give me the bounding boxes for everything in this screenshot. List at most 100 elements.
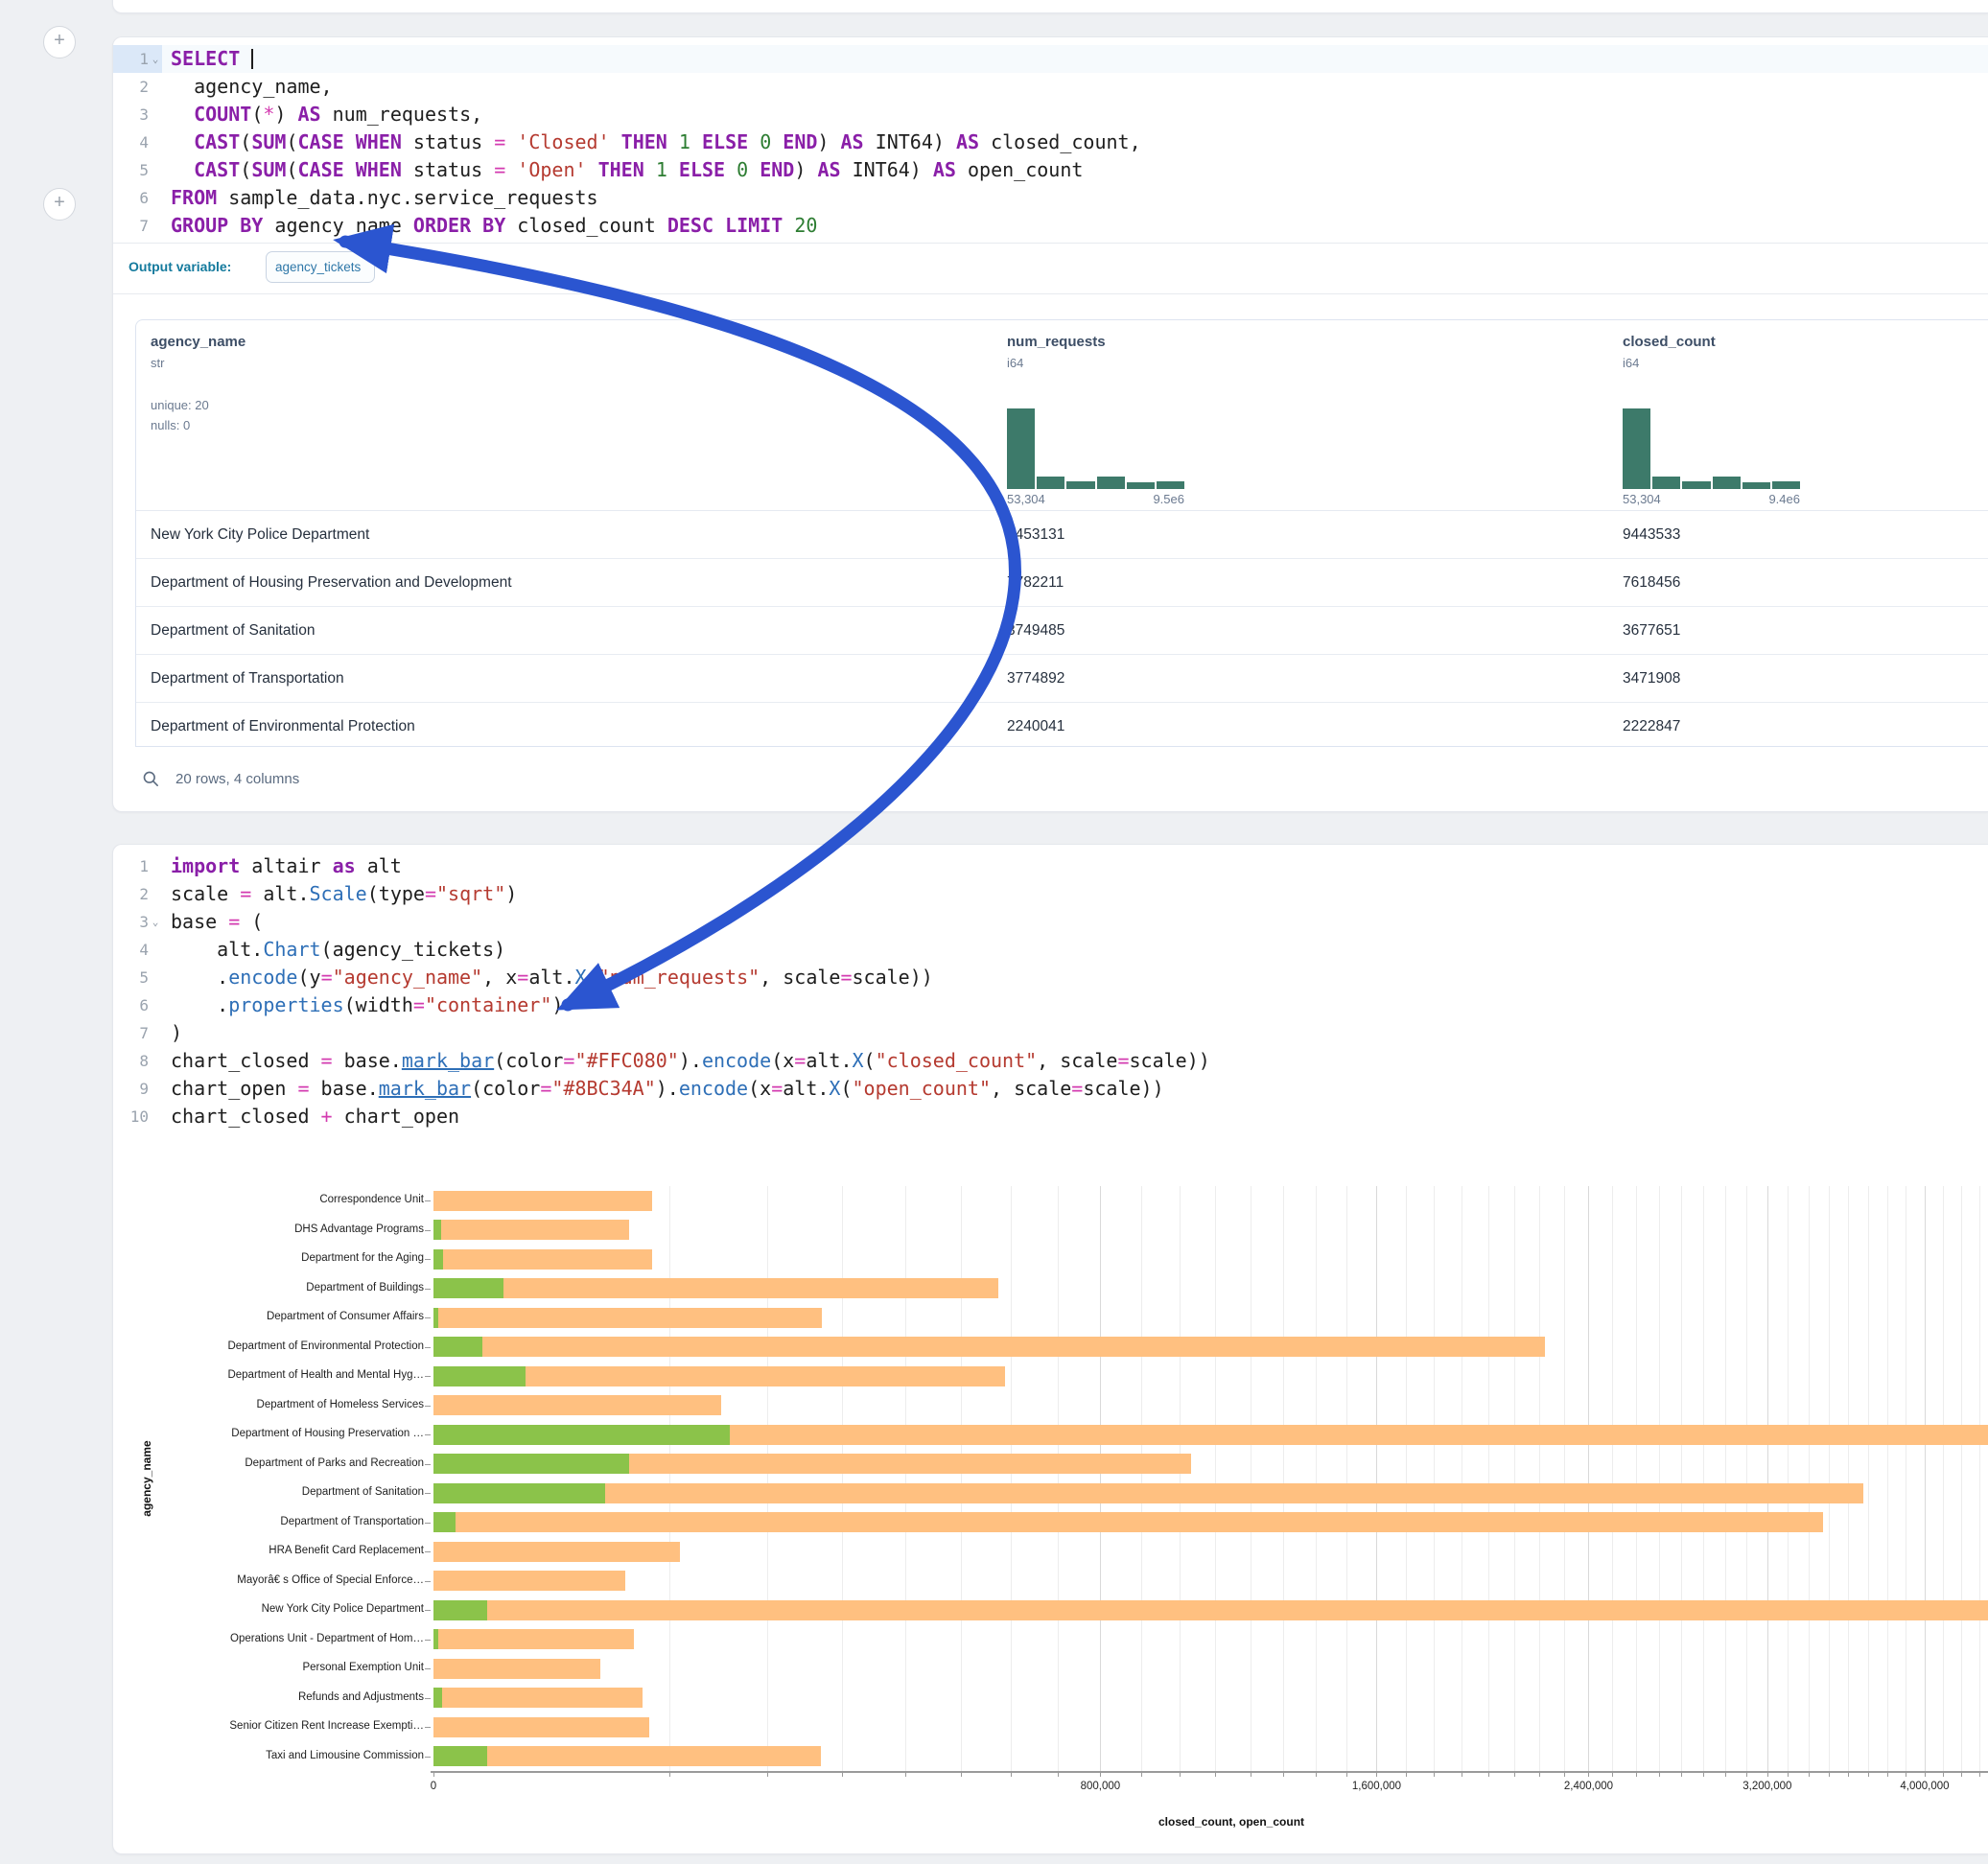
x-axis-tick-label: 3,200,000 (1724, 1781, 1811, 1792)
add-cell-button-2[interactable]: + (43, 188, 76, 221)
open-count-bar (433, 1746, 487, 1766)
closed-count-bar (433, 1512, 1823, 1532)
column-header-closed-count[interactable]: closed_count i64 53,304 9.4e6 (1623, 320, 1910, 370)
histogram-range-labels: 53,304 9.5e6 (1007, 492, 1184, 506)
y-axis-tick (425, 1757, 431, 1758)
gridline (1180, 1186, 1181, 1771)
gridline (1925, 1186, 1926, 1771)
y-axis-label: Department of Parks and Recreation (132, 1457, 424, 1469)
null-count: nulls: 0 (151, 415, 994, 435)
y-axis-label: Department of Sanitation (132, 1486, 424, 1498)
closed-count-bar (433, 1717, 649, 1737)
sql-code-editor[interactable]: 1⌄SELECT 2 agency_name,3 COUNT(*) AS num… (113, 45, 1988, 240)
gridline (1406, 1186, 1407, 1771)
gridline (1612, 1186, 1613, 1771)
gridline (1809, 1186, 1810, 1771)
gridline (1316, 1186, 1317, 1771)
y-axis-label: Department of Consumer Affairs (132, 1311, 424, 1322)
open-count-bar (433, 1425, 730, 1445)
add-cell-button[interactable]: + (43, 26, 76, 58)
search-icon[interactable] (142, 770, 160, 788)
x-axis-tick-label: 4,000,000 (1882, 1781, 1968, 1792)
open-count-bar (433, 1483, 605, 1503)
x-axis-tick-label: 1,600,000 (1333, 1781, 1419, 1792)
y-axis-tick (425, 1551, 431, 1552)
gridline (669, 1186, 670, 1771)
gridline (1488, 1186, 1489, 1771)
y-axis-label: Taxi and Limousine Commission (132, 1750, 424, 1761)
line-number-gutter: 7 (113, 212, 162, 240)
code-line[interactable]: 4 CAST(SUM(CASE WHEN status = 'Closed' T… (113, 128, 1988, 156)
y-axis-tick (425, 1610, 431, 1611)
y-axis-tick (425, 1317, 431, 1318)
output-variable-chip[interactable]: agency_tickets (266, 251, 375, 283)
histogram-bar (1037, 477, 1064, 489)
table-row[interactable]: Department of Housing Preservation and D… (136, 558, 1988, 606)
code-line[interactable]: 6FROM sample_data.nyc.service_requests (113, 184, 1988, 212)
fold-chevron-icon[interactable]: ⌄ (149, 45, 162, 73)
y-axis-tick (425, 1289, 431, 1290)
code-line[interactable]: 2 agency_name, (113, 73, 1988, 101)
column-header-num-requests[interactable]: num_requests i64 53,304 9.5e6 (1007, 320, 1295, 370)
code-line[interactable]: 1⌄SELECT (113, 45, 1988, 73)
table-cell: New York City Police Department (151, 511, 369, 558)
histogram-bar (1682, 481, 1710, 489)
table-row[interactable]: Department of Sanitation37494853677651 (136, 606, 1988, 654)
code-line[interactable]: 3 COUNT(*) AS num_requests, (113, 101, 1988, 128)
gridline (1215, 1186, 1216, 1771)
line-number-gutter: 6 (113, 184, 162, 212)
y-axis-label: Refunds and Adjustments (132, 1691, 424, 1703)
gridline (1829, 1186, 1830, 1771)
histogram-bar (1066, 481, 1094, 489)
gridline (1434, 1186, 1435, 1771)
table-cell: 7618456 (1623, 559, 1680, 606)
table-cell: 3774892 (1007, 655, 1064, 702)
closed-count-bar (433, 1542, 680, 1562)
gridline (1659, 1186, 1660, 1771)
previous-cell-edge (112, 0, 1988, 13)
y-axis-tick (425, 1493, 431, 1494)
code-line[interactable]: 7GROUP BY agency_name ORDER BY closed_co… (113, 212, 1988, 240)
result-table-body: New York City Police Department945313194… (136, 511, 1988, 750)
gridline (1539, 1186, 1540, 1771)
gridline (842, 1186, 843, 1771)
gridline (1943, 1186, 1944, 1771)
y-axis-label: Department of Homeless Services (132, 1399, 424, 1410)
x-axis-line (431, 1771, 1988, 1773)
y-axis-label: Department for the Aging (132, 1252, 424, 1264)
open-count-bar (433, 1337, 482, 1357)
histogram-bar (1742, 482, 1770, 489)
code-line[interactable]: 5 CAST(SUM(CASE WHEN status = 'Open' THE… (113, 156, 1988, 184)
open-count-bar (433, 1629, 438, 1649)
open-count-bar (433, 1688, 442, 1708)
divider (113, 293, 1988, 294)
gridline (1767, 1186, 1768, 1771)
y-axis-tick (425, 1347, 431, 1348)
table-row[interactable]: Department of Environmental Protection22… (136, 702, 1988, 750)
line-number-gutter: 1⌄ (113, 45, 162, 73)
gridline (767, 1186, 768, 1771)
y-axis-label: Department of Transportation (132, 1516, 424, 1527)
histogram-bar (1157, 481, 1184, 489)
code-text: agency_name, (162, 73, 333, 101)
closed-count-bar (433, 1337, 1545, 1357)
open-count-bar (433, 1366, 526, 1386)
closed-count-histogram (1623, 408, 1800, 489)
table-footer: 20 rows, 4 columns (142, 759, 299, 798)
closed-count-bar (433, 1659, 600, 1679)
gridline (1788, 1186, 1789, 1771)
histogram-range-labels: 53,304 9.4e6 (1623, 492, 1800, 506)
code-text: FROM sample_data.nyc.service_requests (162, 184, 598, 212)
gridline (1376, 1186, 1377, 1771)
column-header-agency-name[interactable]: agency_name str unique: 20 nulls: 0 (151, 320, 994, 435)
x-axis-tick-label: 800,000 (1057, 1781, 1143, 1792)
table-cell: 3749485 (1007, 607, 1064, 654)
gridline (1681, 1186, 1682, 1771)
code-text: COUNT(*) AS num_requests, (162, 101, 482, 128)
open-count-bar (433, 1220, 441, 1240)
sql-cell: 1⌄SELECT 2 agency_name,3 COUNT(*) AS num… (112, 36, 1988, 812)
notebook-page: + + 1⌄SELECT 2 agency_name,3 COUNT(*) AS… (0, 0, 1988, 1864)
y-axis-label: Correspondence Unit (132, 1194, 424, 1205)
table-row[interactable]: Department of Transportation377489234719… (136, 654, 1988, 702)
table-row[interactable]: New York City Police Department945313194… (136, 511, 1988, 558)
